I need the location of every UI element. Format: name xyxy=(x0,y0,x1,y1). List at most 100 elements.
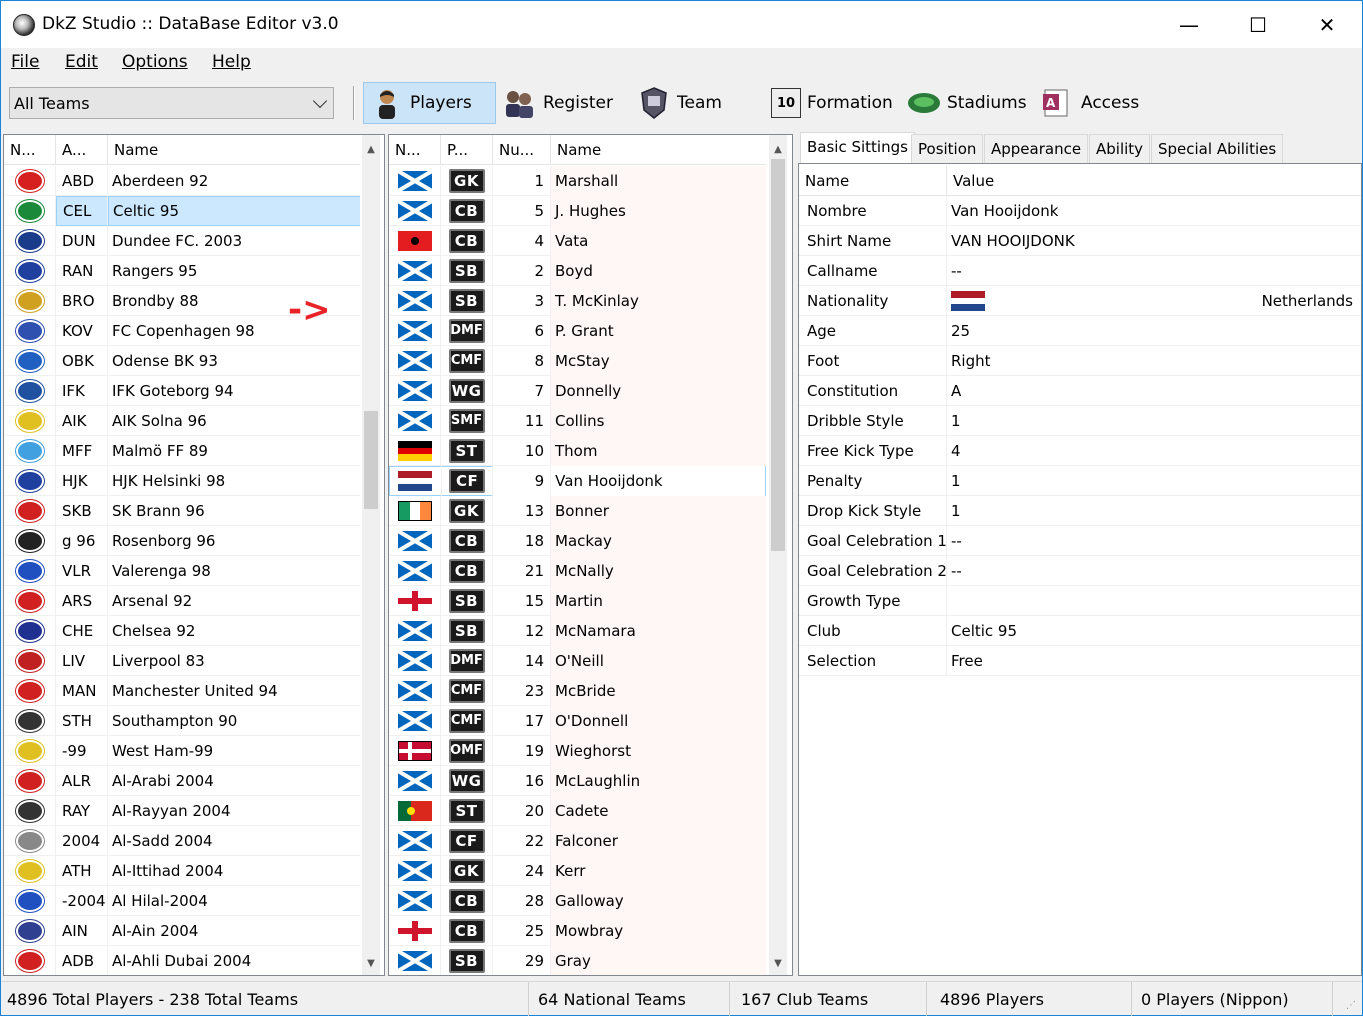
player-row[interactable]: SB 29 Gray xyxy=(389,945,766,975)
close-button[interactable]: ✕ xyxy=(1292,1,1362,48)
resize-grip-icon[interactable]: ⋰ xyxy=(1346,1000,1356,1011)
team-row[interactable]: -99 West Ham-99 xyxy=(4,735,360,766)
team-row[interactable]: VLR Valerenga 98 xyxy=(4,555,360,586)
register-button[interactable]: Register xyxy=(503,82,613,124)
player-row[interactable]: CB 5 J. Hughes xyxy=(389,195,766,226)
player-row[interactable]: CB 25 Mowbray xyxy=(389,915,766,946)
team-row[interactable]: g 96 Rosenborg 96 xyxy=(4,525,360,556)
player-row[interactable]: SB 12 McNamara xyxy=(389,615,766,646)
team-row[interactable]: OBK Odense BK 93 xyxy=(4,345,360,376)
players-list[interactable]: N... P... Nu... Name GK 1 Marshall CB 5 J. Hu… xyxy=(388,134,793,976)
teams-list[interactable]: N... A... Name ABD Aberdeen 92 CEL Celtic 9… xyxy=(3,134,385,976)
stadiums-button[interactable]: Stadiums xyxy=(907,82,1027,124)
menu-options[interactable]: Options xyxy=(122,52,188,72)
team-row[interactable]: HJK HJK Helsinki 98 xyxy=(4,465,360,496)
tab-appearance[interactable]: Appearance xyxy=(984,134,1089,163)
col-header-abbr[interactable]: A... xyxy=(56,135,108,164)
team-row[interactable]: LIV Liverpool 83 xyxy=(4,645,360,676)
player-row[interactable]: GK 24 Kerr xyxy=(389,855,766,886)
team-row[interactable]: MAN Manchester United 94 xyxy=(4,675,360,706)
property-row[interactable]: Constitution A xyxy=(799,375,1361,406)
team-row[interactable]: ALR Al-Arabi 2004 xyxy=(4,765,360,796)
team-row[interactable]: RAY Al-Rayyan 2004 xyxy=(4,795,360,826)
access-button[interactable]: A Access xyxy=(1041,82,1139,124)
menu-file[interactable]: File xyxy=(11,52,39,72)
player-row[interactable]: CB 4 Vata xyxy=(389,225,766,256)
property-row[interactable]: Shirt Name VAN HOOIJDONK xyxy=(799,225,1361,256)
team-row[interactable]: ARS Arsenal 92 xyxy=(4,585,360,616)
property-row[interactable]: Goal Celebration 1 -- xyxy=(799,525,1361,556)
property-row[interactable]: Age 25 xyxy=(799,315,1361,346)
team-row[interactable]: CHE Chelsea 92 xyxy=(4,615,360,646)
team-row[interactable]: AIK AIK Solna 96 xyxy=(4,405,360,436)
property-value-cell[interactable]: -- xyxy=(947,526,1361,556)
player-row[interactable]: OMF 19 Wieghorst xyxy=(389,735,766,766)
player-row[interactable]: CB 21 McNally xyxy=(389,555,766,586)
scroll-up-icon[interactable]: ▲ xyxy=(362,139,380,159)
player-row[interactable]: SB 2 Boyd xyxy=(389,255,766,286)
team-row[interactable]: AIN Al-Ain 2004 xyxy=(4,915,360,946)
player-row[interactable]: CF 9 Van Hooijdonk xyxy=(389,466,766,496)
property-value-cell[interactable]: 25 xyxy=(947,316,1361,346)
property-row[interactable]: Goal Celebration 2 -- xyxy=(799,555,1361,586)
players-scrollbar[interactable]: ▲ ▼ xyxy=(769,135,787,975)
team-row[interactable]: ATH Al-Ittihad 2004 xyxy=(4,855,360,886)
scroll-thumb[interactable] xyxy=(364,411,378,509)
scroll-down-icon[interactable]: ▼ xyxy=(769,953,787,973)
property-value-cell[interactable]: 1 xyxy=(947,466,1361,496)
player-row[interactable]: CB 18 Mackay xyxy=(389,525,766,556)
property-row[interactable]: Free Kick Type 4 xyxy=(799,435,1361,466)
player-row[interactable]: WG 7 Donnelly xyxy=(389,375,766,406)
player-row[interactable]: GK 13 Bonner xyxy=(389,495,766,526)
col-header-nation[interactable]: N... xyxy=(389,135,441,164)
menu-edit[interactable]: Edit xyxy=(65,52,98,72)
property-row[interactable]: Nombre Van Hooijdonk xyxy=(799,195,1361,226)
property-value-cell[interactable]: Free xyxy=(947,646,1361,676)
team-row[interactable]: -2004 Al Hilal-2004 xyxy=(4,885,360,916)
property-value-cell[interactable]: Right xyxy=(947,346,1361,376)
tab-basic-sittings[interactable]: Basic Sittings xyxy=(800,132,915,163)
property-row[interactable]: Drop Kick Style 1 xyxy=(799,495,1361,526)
property-row[interactable]: Penalty 1 xyxy=(799,465,1361,496)
property-value-cell[interactable]: A xyxy=(947,376,1361,406)
team-row[interactable]: ADB Al-Ahli Dubai 2004 xyxy=(4,945,360,975)
player-row[interactable]: ST 20 Cadete xyxy=(389,795,766,826)
menu-help[interactable]: Help xyxy=(212,52,251,72)
team-row[interactable]: CEL Celtic 95 xyxy=(4,195,360,226)
property-row[interactable]: Dribble Style 1 xyxy=(799,405,1361,436)
players-button[interactable]: Players xyxy=(363,82,496,124)
team-row[interactable]: SKB SK Brann 96 xyxy=(4,495,360,526)
tab-ability[interactable]: Ability xyxy=(1089,134,1151,163)
player-row[interactable]: CMF 23 McBride xyxy=(389,675,766,706)
player-row[interactable]: WG 16 McLaughlin xyxy=(389,765,766,796)
col-header-name[interactable]: Name xyxy=(108,135,360,164)
minimize-button[interactable]: — xyxy=(1154,1,1224,48)
maximize-button[interactable]: ☐ xyxy=(1223,1,1293,48)
col-header-position[interactable]: P... xyxy=(441,135,493,164)
property-value-cell[interactable]: -- xyxy=(947,256,1361,286)
col-header-n[interactable]: N... xyxy=(4,135,56,164)
player-row[interactable]: DMF 14 O'Neill xyxy=(389,645,766,676)
player-row[interactable]: SB 15 Martin xyxy=(389,585,766,616)
player-row[interactable]: CB 28 Galloway xyxy=(389,885,766,916)
formation-button[interactable]: 10 Formation xyxy=(771,82,893,124)
player-row[interactable]: DMF 6 P. Grant xyxy=(389,315,766,346)
player-row[interactable]: CMF 8 McStay xyxy=(389,345,766,376)
player-row[interactable]: SMF 11 Collins xyxy=(389,405,766,436)
property-value-cell[interactable]: VAN HOOIJDONK xyxy=(947,226,1361,256)
col-header-player-name[interactable]: Name xyxy=(551,135,766,164)
scroll-down-icon[interactable]: ▼ xyxy=(362,953,380,973)
property-row[interactable]: Foot Right xyxy=(799,345,1361,376)
property-value-cell[interactable]: -- xyxy=(947,556,1361,586)
property-value-cell[interactable]: Van Hooijdonk xyxy=(947,196,1361,226)
team-row[interactable]: IFK IFK Goteborg 94 xyxy=(4,375,360,406)
property-row[interactable]: Club Celtic 95 xyxy=(799,615,1361,646)
player-row[interactable]: CF 22 Falconer xyxy=(389,825,766,856)
player-row[interactable]: SB 3 T. McKinlay xyxy=(389,285,766,316)
team-button[interactable]: Team xyxy=(637,82,722,124)
property-value-cell[interactable]: 4 xyxy=(947,436,1361,466)
property-value-cell[interactable] xyxy=(947,586,1361,616)
property-value-cell[interactable]: Netherlands xyxy=(947,286,1361,316)
property-row[interactable]: Callname -- xyxy=(799,255,1361,286)
teams-scrollbar[interactable]: ▲ ▼ xyxy=(362,135,380,975)
